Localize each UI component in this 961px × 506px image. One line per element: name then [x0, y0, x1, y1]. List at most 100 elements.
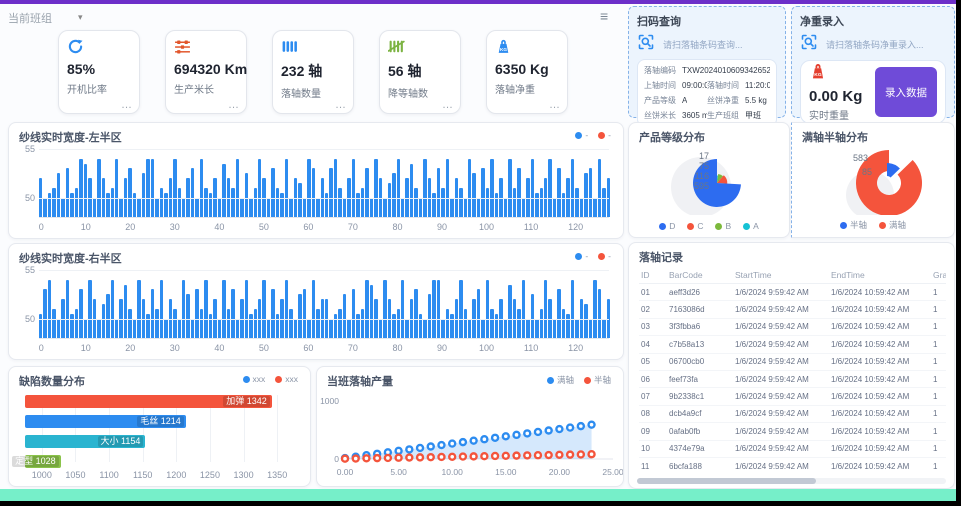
legend-label: C [697, 221, 703, 231]
svg-text:15.00: 15.00 [495, 467, 517, 477]
table-cell: 1/6/2024 10:59:42 AM [829, 284, 931, 301]
table-cell: 1 [931, 388, 946, 405]
table-cell: 1/6/2024 9:59:42 AM [733, 457, 829, 474]
realtime-weight-label: 实时重量 [809, 107, 875, 122]
legend-label: - [608, 130, 611, 140]
scan-icon [800, 33, 818, 56]
legend-label: - [585, 130, 588, 140]
chart-legend: 半轴满轴 [792, 219, 954, 231]
table-row[interactable]: 08dcb4a9cf1/6/2024 9:59:42 AM1/6/2024 10… [639, 405, 946, 422]
table-cell: 1/6/2024 9:59:42 AM [733, 370, 829, 387]
table-row[interactable]: 06feef73fa1/6/2024 9:59:42 AM1/6/2024 10… [639, 370, 946, 387]
svg-text:KG: KG [500, 47, 507, 52]
legend-item[interactable]: - [575, 130, 588, 140]
more-ellipsis[interactable]: … [335, 99, 346, 111]
legend-item[interactable]: 半轴 [584, 374, 611, 386]
weight-icon: KG [495, 38, 559, 55]
svg-text:20.00: 20.00 [549, 467, 571, 477]
legend-item[interactable]: - [598, 251, 611, 261]
svg-text:75: 75 [699, 161, 709, 171]
more-ellipsis[interactable]: … [442, 99, 453, 111]
legend-item[interactable]: 半轴 [840, 219, 867, 231]
top-accent-bar [0, 0, 956, 4]
hbar-加弹: 加弹 1342 [25, 395, 272, 408]
shift-output-panel: 当班落轴产量 满轴半轴 100000.005.0010.0015.0020.00… [316, 366, 624, 487]
legend-item[interactable]: xxx [275, 374, 298, 384]
table-row[interactable]: 090afab0fb1/6/2024 9:59:42 AM1/6/2024 10… [639, 423, 946, 440]
svg-text:85: 85 [862, 167, 872, 177]
table-cell: 1 [931, 318, 946, 335]
table-cell: 1/6/2024 9:59:42 AM [733, 318, 829, 335]
svg-text:595: 595 [694, 181, 709, 191]
defect-distribution-panel: 缺陷数量分布 xxxxxx 10001050110011501200125013… [8, 366, 311, 487]
chart-title: 满轴半轴分布 [802, 129, 868, 145]
legend-item[interactable]: xxx [243, 374, 266, 384]
team-select[interactable]: 当前班组 ▾ [8, 9, 104, 26]
weight-entry-title: 净重录入 [800, 13, 946, 29]
table-row[interactable]: 033f3fbba61/6/2024 9:59:42 AM1/6/2024 10… [639, 318, 946, 335]
weight-entry-panel: 净重录入 KG 0.00 Kg 实时重量 录入数据 [791, 6, 955, 118]
table-cell: 01 [639, 284, 667, 301]
chart-title: 纱线实时宽度-左半区 [19, 129, 122, 145]
weight-barcode-input[interactable] [824, 39, 946, 51]
legend-dot [840, 222, 847, 229]
table-row[interactable]: 116bcfa1881/6/2024 9:59:42 AM1/6/2024 10… [639, 457, 946, 474]
table-cell: 4374e79a [667, 440, 733, 457]
scan-barcode-input[interactable] [661, 39, 782, 51]
horizontal-scrollbar[interactable] [637, 478, 946, 484]
legend-dot [547, 377, 554, 384]
info-value: 09:00:00 [682, 81, 707, 90]
legend-item[interactable]: 满轴 [879, 219, 906, 231]
team-select-label: 当前班组 [8, 10, 52, 26]
legend-dot [575, 253, 582, 260]
table-row[interactable]: 0506700cb01/6/2024 9:59:42 AM1/6/2024 10… [639, 353, 946, 370]
legend-label: xxx [285, 374, 298, 384]
kpi-card: 56 轴降等轴数… [379, 30, 461, 114]
legend-item[interactable]: - [598, 130, 611, 140]
table-cell: c7b58a13 [667, 336, 733, 353]
column-header: StartTime [733, 267, 829, 284]
bar-series [39, 270, 609, 338]
table-cell: 7163086d [667, 301, 733, 318]
legend-item[interactable]: - [575, 251, 588, 261]
legend-item[interactable]: B [715, 221, 731, 231]
table-row[interactable]: 079b2338c11/6/2024 9:59:42 AM1/6/2024 10… [639, 388, 946, 405]
submit-data-button[interactable]: 录入数据 [875, 67, 937, 117]
kpi-cards: 85%开机比率…694320 Km生产米长…232 轴落轴数量…56 轴降等轴数… [58, 30, 568, 114]
chevron-down-icon: ▾ [78, 12, 83, 23]
table-row[interactable]: 01aeff3d261/6/2024 9:59:42 AM1/6/2024 10… [639, 284, 946, 301]
table-cell: 1/6/2024 9:59:42 AM [733, 423, 829, 440]
chart-title: 产品等级分布 [639, 129, 705, 145]
bottom-status-strip [0, 489, 956, 501]
legend-label: D [669, 221, 675, 231]
legend-label: - [608, 251, 611, 261]
table-cell: 1/6/2024 10:59:42 AM [829, 370, 931, 387]
svg-text:583: 583 [853, 153, 868, 163]
table-row[interactable]: 027163086d1/6/2024 9:59:42 AM1/6/2024 10… [639, 301, 946, 318]
dashboard: 当前班组 ▾ ≡ 85%开机比率…694320 Km生产米长…232 轴落轴数量… [0, 0, 956, 501]
more-ellipsis[interactable]: … [549, 99, 560, 111]
chart-legend: -- [575, 251, 611, 261]
legend-label: B [725, 221, 731, 231]
legend-item[interactable]: 满轴 [547, 374, 574, 386]
table-row[interactable]: 104374e79a1/6/2024 9:59:42 AM1/6/2024 10… [639, 440, 946, 457]
table-cell: 1 [931, 405, 946, 422]
svg-text:0: 0 [334, 454, 339, 464]
table-cell: 1/6/2024 9:59:42 AM [733, 440, 829, 457]
column-header: ID [639, 267, 667, 284]
more-ellipsis[interactable]: … [121, 99, 132, 111]
table-row[interactable]: 04c7b58a131/6/2024 9:59:42 AM1/6/2024 10… [639, 336, 946, 353]
chart-legend: xxx xxx [243, 374, 299, 384]
bar-value-label: 加弹 1342 [223, 396, 270, 407]
legend-item[interactable]: A [743, 221, 759, 231]
info-value: 3605 m [682, 111, 707, 120]
menu-icon[interactable]: ≡ [600, 8, 608, 24]
legend-item[interactable]: C [687, 221, 703, 231]
scrollbar-thumb[interactable] [637, 478, 816, 484]
more-ellipsis[interactable]: … [228, 99, 239, 111]
kpi-value: 232 轴 [281, 61, 345, 81]
grade-rose-chart: 1775116595 [629, 145, 789, 215]
legend-item[interactable]: D [659, 221, 675, 231]
info-value: 11:20:00 [745, 81, 770, 90]
table-cell: feef73fa [667, 370, 733, 387]
